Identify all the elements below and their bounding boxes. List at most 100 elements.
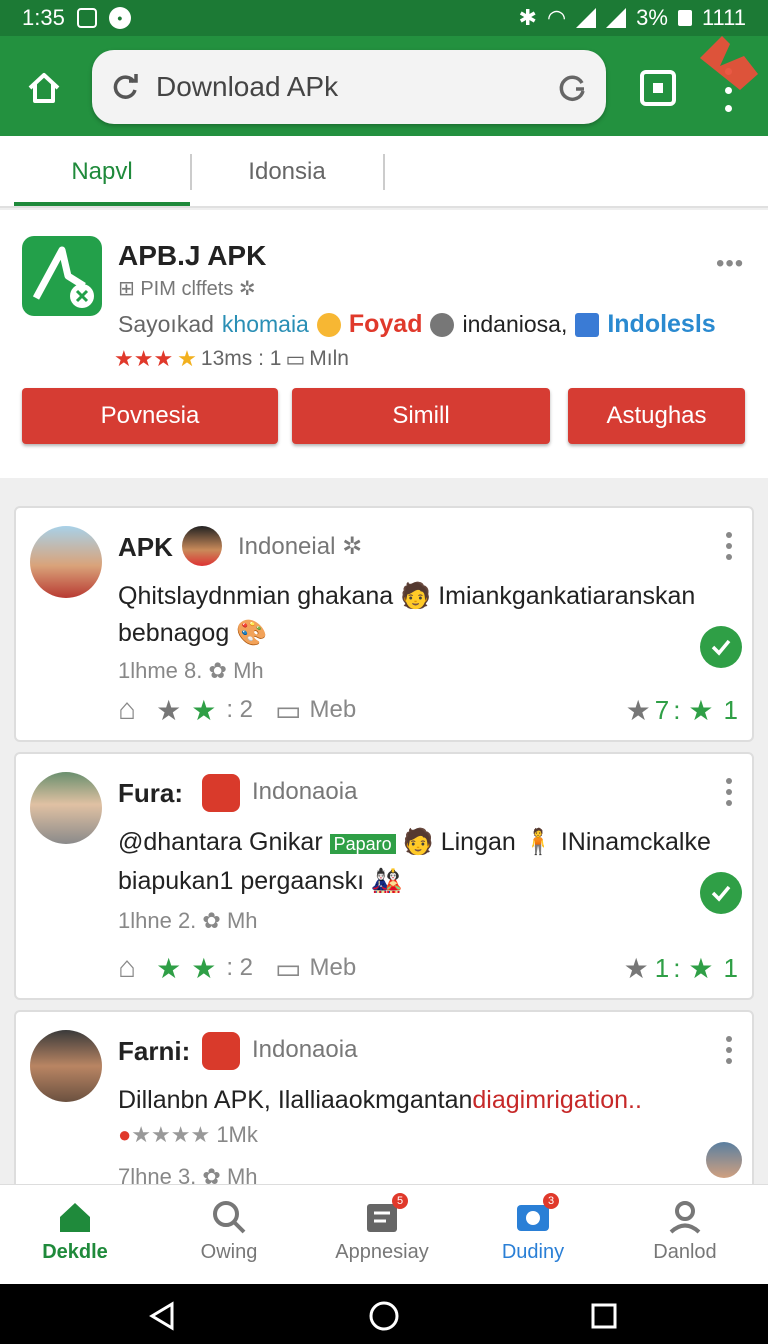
signal-icon	[576, 8, 597, 28]
author-avatar-badge	[182, 526, 222, 566]
mini-avatar[interactable]	[706, 1142, 742, 1178]
tab-napvl[interactable]: Napvl	[14, 136, 190, 208]
tabs-icon	[653, 83, 663, 93]
star-icon[interactable]: ★	[688, 694, 713, 727]
nav-appnesiay[interactable]: 5 Appnesiay	[307, 1193, 457, 1279]
refresh-icon[interactable]	[556, 71, 588, 103]
score-right: 1	[723, 952, 738, 983]
rating-text: 13ms : 1	[200, 347, 282, 370]
emoji-icon: 🧑	[400, 582, 432, 610]
post-card[interactable]: Fura: Indonaoia @dhantara Gnikar Paparo …	[14, 752, 754, 1000]
score-left: 1	[654, 952, 670, 983]
post-menu-button[interactable]	[722, 532, 736, 560]
post-author[interactable]: APK	[118, 532, 173, 563]
post-card[interactable]: Farni: Indonaoia Dillanbn APK, Ilalliaao…	[14, 1010, 754, 1210]
nav-label: Dekdle	[42, 1241, 108, 1263]
apps-icon: 5	[364, 1193, 408, 1235]
share-icon[interactable]: ⌂	[118, 951, 136, 985]
tag[interactable]: Foyad	[349, 310, 423, 339]
post-country: Indonaoia	[252, 1036, 358, 1063]
grid-icon: ⊞	[118, 278, 135, 300]
post-country: Indoneial ✲	[238, 533, 363, 560]
tab-divider	[383, 154, 385, 190]
battery-percent: 3%	[636, 5, 668, 30]
reload-icon[interactable]	[110, 72, 140, 102]
app-card: APB.J APK ⊞ PIM clffets ✲ ••• Sayoıkad k…	[0, 210, 768, 478]
star-icon[interactable]: ★	[191, 952, 216, 985]
post-author[interactable]: Fura:	[118, 778, 183, 809]
recents-icon[interactable]	[590, 1302, 618, 1330]
comment-label[interactable]: Meb	[310, 954, 357, 982]
tabs-button[interactable]	[640, 70, 676, 106]
star-icon[interactable]: ★	[688, 952, 713, 985]
tag[interactable]: khomaia	[222, 311, 309, 338]
wifi-icon: ◠	[546, 5, 567, 30]
comment-icon[interactable]: ▭	[275, 694, 301, 727]
app-title: APB.J APK	[118, 240, 267, 271]
app-logo-icon[interactable]	[22, 236, 102, 316]
home-circle-icon[interactable]	[368, 1300, 400, 1332]
app-subtitle: ⊞ PIM clffets ✲	[118, 276, 256, 301]
star-icon[interactable]: ★	[191, 694, 216, 727]
post-menu-button[interactable]	[722, 1036, 736, 1064]
app-menu-button[interactable]: •••	[716, 250, 744, 278]
nav-label: Dudiny	[501, 1241, 565, 1263]
avatar[interactable]	[30, 1030, 102, 1102]
post-meta: 1lhne 2. ✿ Mh	[118, 908, 258, 933]
tag[interactable]: Indolesls	[607, 310, 715, 339]
emoji-icon: 🎎	[370, 867, 403, 895]
emoji-icon: 🧑	[402, 828, 434, 856]
share-icon[interactable]: ⌂	[118, 693, 136, 727]
star-icon[interactable]: ★	[156, 952, 181, 985]
back-icon[interactable]	[146, 1300, 178, 1332]
asterisk-icon	[430, 312, 455, 337]
comment-label[interactable]: Meb	[310, 696, 357, 724]
nav-dudiny[interactable]: 3 Dudiny	[458, 1193, 608, 1279]
gear-icon: ✲	[342, 533, 363, 560]
star-icon[interactable]: ★	[624, 952, 649, 985]
verified-icon: ✲	[238, 278, 256, 300]
home-icon	[28, 73, 60, 103]
promo-ribbon-icon	[700, 36, 758, 90]
home-button[interactable]	[22, 66, 66, 110]
like-count: : 2	[226, 696, 254, 723]
post-tag[interactable]: Paparo	[329, 834, 396, 854]
star-icon: ★★★	[114, 346, 174, 371]
nav-owing[interactable]: Owing	[154, 1199, 304, 1279]
post-author[interactable]: Farni:	[118, 1036, 190, 1067]
post-actions: ⌂ ★ ★ : 2 ▭ Meb ★ 1 : ★ 1	[118, 951, 738, 985]
comment-icon: ▭	[285, 347, 306, 371]
bottom-navigation: Dekdle Owing 5 Appnesiay 3 Dudiny Danlod	[0, 1184, 768, 1284]
avatar[interactable]	[30, 772, 102, 844]
tab-idonsia[interactable]: Idonsia	[192, 136, 382, 208]
star-icon[interactable]: ★	[156, 694, 181, 727]
score-right: 1	[723, 694, 738, 725]
povnesia-button[interactable]: Povnesia	[22, 388, 278, 444]
post-rating: ●★★★★ 1Mk	[118, 1122, 258, 1147]
battery-icon	[677, 10, 692, 26]
badge-icon	[202, 1032, 240, 1070]
nav-badge: 3	[543, 1193, 559, 1209]
profile-icon	[669, 1201, 701, 1234]
avatar[interactable]	[30, 526, 102, 598]
url-text: Download APk	[156, 71, 339, 102]
post-card[interactable]: APK Indoneial ✲ Qhitslaydnmian ghakana 🧑…	[14, 506, 754, 742]
simill-button[interactable]: Simill	[292, 388, 550, 444]
system-navigation-bar	[0, 1284, 768, 1344]
post-actions: ⌂ ★ ★ : 2 ▭ Meb ★ 7 : ★ 1	[118, 693, 738, 727]
post-menu-button[interactable]	[722, 778, 736, 806]
nav-danlod[interactable]: Danlod	[610, 1199, 760, 1279]
people-icon: ✿	[202, 908, 221, 933]
url-bar[interactable]: Download APk	[92, 50, 606, 124]
star-icon[interactable]: ★	[626, 694, 651, 727]
tag[interactable]: indaniosa,	[462, 311, 567, 338]
comment-icon[interactable]: ▭	[275, 952, 301, 985]
verified-check-icon	[700, 626, 742, 668]
emoji-icon: 🧍	[522, 828, 554, 856]
astughas-button[interactable]: Astughas	[568, 388, 745, 444]
nav-dekdle[interactable]: Dekdle	[0, 1199, 150, 1279]
app-logo-glyph-icon	[32, 246, 94, 308]
app-tags: Sayoıkad khomaia Foyad indaniosa, Indole…	[118, 310, 716, 339]
tag[interactable]: Sayoıkad	[118, 311, 214, 338]
post-text: Dillanbn APK, Ilalliaaokmgantandiagimrig…	[118, 1086, 642, 1114]
